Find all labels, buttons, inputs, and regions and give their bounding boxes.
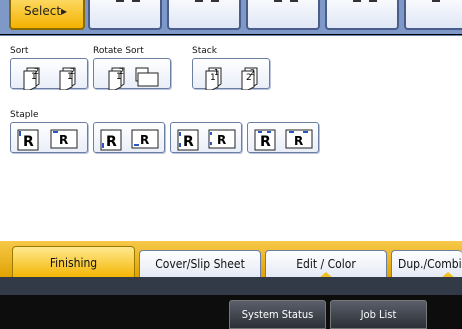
rotate-sort-label: Rotate Sort [93,46,144,56]
top-tile[interactable] [167,0,241,30]
staple-option-top-left[interactable]: R R [10,122,88,153]
top-tile[interactable] [404,0,462,30]
rotate-sort-icon: 1 2 [108,67,159,90]
tab-finishing-label: Finishing [49,255,98,270]
staple-top-double-icon: R R [254,129,313,151]
finishing-panel: Sort Rotate Sort Stack 1 2 1 2 1 2 1 1 2… [0,35,462,242]
staple-letter: R [140,133,149,147]
staple-option-bottom-left[interactable]: R R [93,122,165,153]
stack-label: Stack [192,46,217,56]
sort-page-2: 2 [70,67,75,76]
stack-page-2: 2 [250,68,255,77]
top-tile[interactable] [88,0,162,30]
stack-button[interactable]: 1 1 2 2 [192,58,270,90]
staple-bottom-left-icon: R R [100,129,159,151]
staple-letter: R [59,133,68,147]
sort-page-2: 2 [34,67,39,76]
staple-option-top-double[interactable]: R R [247,122,319,153]
staple-top-left-icon: R R [17,129,78,151]
staple-letter: R [183,134,194,150]
rotate-sort-button[interactable]: 1 2 [93,58,171,90]
stack-icon: 1 1 2 2 [205,67,258,90]
top-strip: Select▸ [0,0,462,34]
select-button[interactable]: Select▸ [9,0,85,30]
job-list-label: Job List [360,308,397,321]
tab-edit-color-label: Edit / Color [296,257,356,271]
rotate-sort-page-2: 2 [119,67,124,76]
message-bar [0,277,462,295]
system-status-label: System Status [241,308,314,321]
staple-option-left-double[interactable]: R R [170,122,242,153]
staple-left-double-icon: R R [177,129,236,151]
system-status-button[interactable]: System Status [229,300,326,329]
job-list-button[interactable]: Job List [330,300,427,329]
stack-page-1: 1 [214,68,219,77]
select-button-label: Select▸ [24,4,68,18]
tab-cover-slip-sheet[interactable]: Cover/Slip Sheet [139,250,261,278]
top-tile[interactable] [325,0,399,30]
staple-letter: R [294,134,303,148]
staple-letter: R [106,134,117,150]
staple-label: Staple [10,110,39,120]
sort-label: Sort [10,46,29,56]
staple-letter: R [260,134,271,150]
top-tile[interactable] [246,0,320,30]
staple-letter: R [217,133,226,147]
tab-finishing[interactable]: Finishing [12,246,135,279]
sort-button[interactable]: 1 2 1 2 [10,58,88,90]
sort-icon: 1 2 1 2 [23,67,76,90]
staple-letter: R [23,134,34,150]
tab-cover-slip-sheet-label: Cover/Slip Sheet [155,257,245,271]
tab-dup-combine-label: Dup./Combir [398,257,462,271]
